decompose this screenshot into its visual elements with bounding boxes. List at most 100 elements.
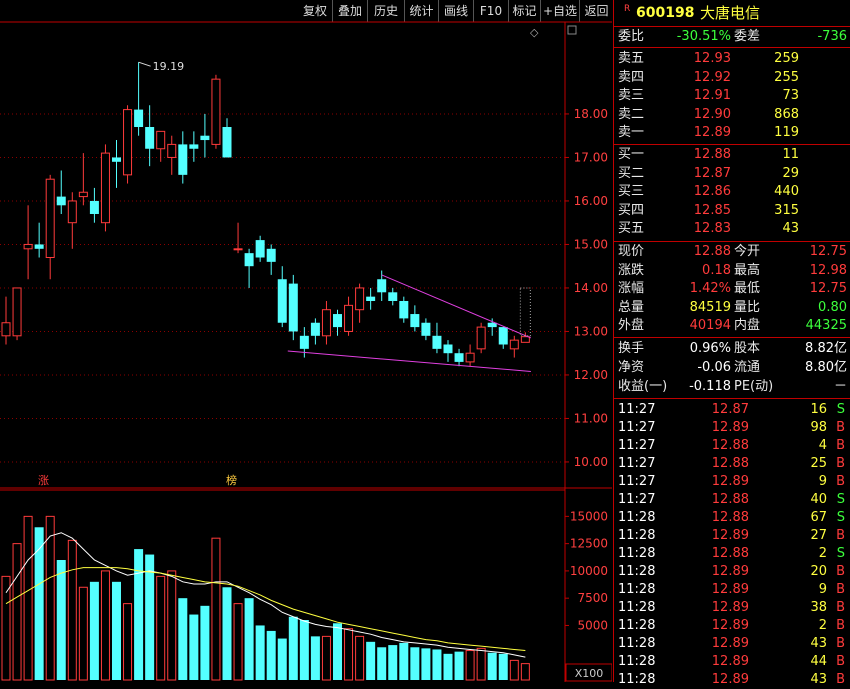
fund-value: －: [833, 379, 847, 394]
volume-bar: [67, 539, 77, 681]
volume-bar: [100, 570, 110, 681]
risk-badge: R: [624, 4, 631, 14]
panel-row: 11:27 12.89 9 B: [614, 473, 850, 491]
quote-value: 12.75: [809, 281, 847, 297]
candle-body: [45, 178, 55, 258]
panel-row: 11:27 12.88 4 B: [614, 437, 850, 455]
candle-body: [145, 127, 155, 149]
candle-body: [465, 352, 475, 363]
ask-level-label: 卖四: [618, 69, 645, 85]
bid-price: 12.86: [693, 184, 731, 200]
bid-volume: 11: [782, 147, 799, 162]
volume-bar: [366, 641, 376, 680]
ranking-marker: 榜: [226, 473, 237, 487]
panel-row: 卖五 12.93 259: [614, 50, 850, 68]
tick-price: 12.88: [711, 546, 749, 561]
panel-row: 涨跌 0.18 最高 12.98: [614, 262, 850, 280]
panel-row: 11:28 12.89 44 B: [614, 653, 850, 671]
volume-bar: [45, 515, 55, 681]
quote-panel: R 600198 大唐电信 委比 -30.51% 委差 -736 卖五 12.93…: [613, 0, 850, 687]
panel-row: 涨幅 1.42% 最低 12.75: [614, 280, 850, 298]
tick-side: B: [836, 420, 845, 435]
tick-price: 12.88: [711, 492, 749, 507]
candle-body: [244, 253, 254, 267]
volume-bar: [189, 614, 199, 680]
price-tick-label: 10.00: [574, 455, 608, 469]
quote-value: 1.42%: [689, 281, 731, 297]
volume-tick-label: 12500: [570, 537, 608, 551]
ask-level-label: 卖五: [618, 51, 645, 66]
volume-bar: [167, 570, 177, 681]
tick-side: S: [836, 510, 845, 525]
panel-row: 11:27 12.89 98 B: [614, 419, 850, 437]
kline-chart[interactable]: ◇ 18.00 17.00 16.00 15.00 14.00 13.00 12.00 11.0…: [0, 0, 612, 682]
ask-volume: 73: [782, 88, 799, 104]
volume-bar: [255, 625, 265, 680]
trendline: [287, 350, 531, 372]
price-tick-label: 16.00: [574, 194, 608, 208]
panel-row: 外盘 40194 内盘 44325: [614, 317, 850, 335]
tick-volume: 4: [818, 438, 827, 453]
volume-unit-label: X100: [575, 667, 604, 680]
volume-bar: [432, 649, 442, 680]
bid-volume: 43: [782, 221, 799, 237]
price-tick-label: 15.00: [574, 237, 608, 251]
tick-volume: 2: [818, 546, 827, 561]
panel-row: 11:27 12.88 25 B: [614, 455, 850, 473]
candle-body: [167, 143, 177, 158]
candle-body: [156, 130, 166, 150]
volume-bar: [56, 560, 66, 680]
volume-bar: [344, 628, 354, 681]
ask-level-label: 卖三: [618, 88, 645, 104]
panel-row: 卖二 12.90 868: [614, 106, 850, 124]
tick-side: B: [836, 438, 845, 453]
panel-row: 卖三 12.91 73: [614, 87, 850, 105]
volume-bar: [145, 554, 155, 680]
fund-value: 8.82亿: [805, 341, 847, 356]
fund-label: 股本: [734, 341, 761, 356]
panel-row: 11:28 12.88 2 S: [614, 545, 850, 563]
tick-side: B: [836, 636, 845, 651]
candle-body: [321, 309, 331, 337]
candle-body: [432, 335, 442, 349]
quote-label: 外盘: [618, 318, 645, 334]
fund-value: -0.06: [697, 360, 731, 375]
volume-tick-label: 5000: [577, 618, 608, 632]
volume-bar: [399, 642, 409, 680]
volume-bar: [266, 630, 276, 680]
tick-side: B: [836, 456, 845, 471]
volume-tick-label: 10000: [570, 564, 608, 578]
volume-bar: [222, 587, 232, 680]
fund-value: 8.80亿: [805, 360, 847, 375]
volume-bar: [89, 581, 99, 680]
candle-body: [310, 322, 320, 336]
volume-bar: [23, 515, 33, 681]
volume-bar: [288, 616, 298, 680]
volume-bar: [123, 603, 133, 681]
volume-bar: [321, 635, 331, 681]
candle-body: [233, 248, 243, 251]
quote-label: 今开: [734, 244, 761, 259]
tick-price: 12.89: [711, 654, 749, 669]
volume-tick-label: 15000: [570, 509, 608, 523]
volume-bar: [178, 598, 188, 680]
candle-body: [443, 344, 453, 354]
candle-body: [299, 335, 309, 349]
candle-body: [189, 144, 199, 149]
fund-label: PE(动): [734, 379, 774, 394]
price-tick-label: 18.00: [574, 107, 608, 121]
bid-level-label: 买五: [618, 221, 645, 237]
candle-body: [366, 296, 376, 301]
panel-row: 卖一 12.89 119: [614, 124, 850, 142]
candle-body: [200, 135, 210, 141]
volume-bar: [421, 648, 431, 680]
tick-side: B: [836, 672, 845, 687]
quote-value: 84519: [689, 299, 731, 315]
tick-time: 11:27: [618, 474, 656, 489]
candle-body: [509, 339, 519, 350]
candle-body: [123, 109, 133, 176]
volume-bar: [211, 537, 221, 681]
panel-row: 11:28 12.89 43 B: [614, 671, 850, 689]
ask-level-label: 卖二: [618, 106, 645, 122]
volume-bar: [454, 651, 464, 680]
